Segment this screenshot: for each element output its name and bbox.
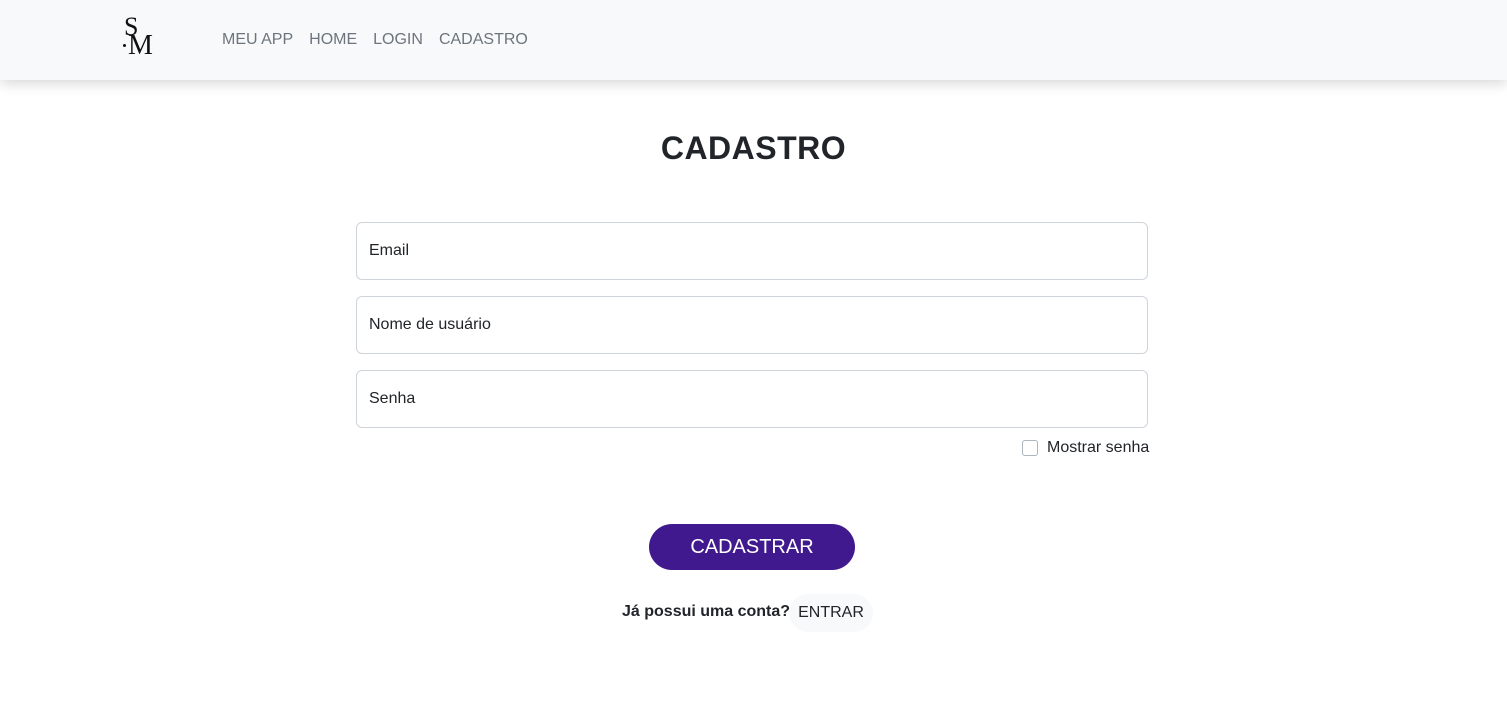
nav-link-home[interactable]: HOME	[309, 30, 357, 50]
logo-letter-m: M	[128, 30, 153, 61]
nav-link-login[interactable]: LOGIN	[373, 30, 423, 50]
navbar: S M MEU APP HOME LOGIN CADASTRO	[0, 0, 1507, 80]
brand-logo[interactable]: S M	[120, 14, 160, 64]
logo-dot	[123, 44, 126, 47]
username-field[interactable]	[356, 296, 1148, 354]
nav-link-cadastro[interactable]: CADASTRO	[439, 30, 528, 50]
register-button[interactable]: CADASTRAR	[649, 524, 855, 570]
show-password-toggle[interactable]: Mostrar senha	[1022, 438, 1149, 458]
show-password-label: Mostrar senha	[1047, 439, 1150, 456]
password-field[interactable]	[356, 370, 1148, 428]
has-account-text: Já possui uma conta?	[622, 603, 791, 620]
nav-links: MEU APP HOME LOGIN CADASTRO	[222, 30, 528, 50]
enter-button[interactable]: ENTRAR	[789, 594, 873, 632]
page-title: CADASTRO	[660, 130, 847, 166]
email-field[interactable]	[356, 222, 1148, 280]
nav-link-meu-app[interactable]: MEU APP	[222, 30, 293, 50]
show-password-checkbox[interactable]	[1022, 440, 1038, 456]
